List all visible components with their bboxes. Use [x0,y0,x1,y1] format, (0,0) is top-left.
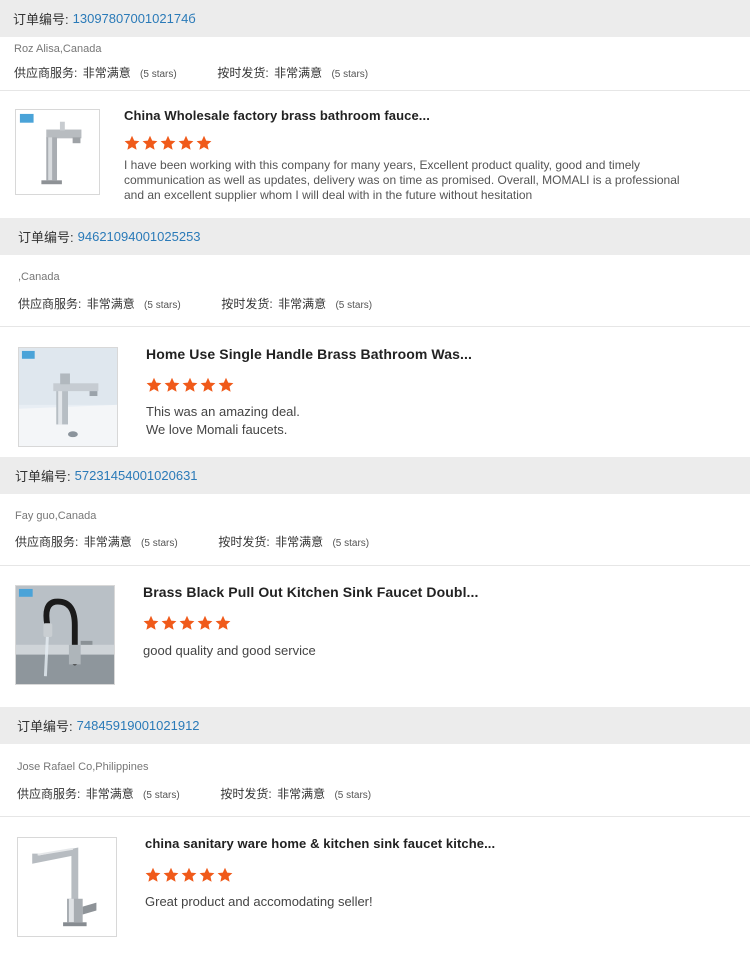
rating-stars [145,867,233,883]
supplier-service-value: 非常满意 [86,297,135,311]
order-header-1: 订单编号: 1309780700102174б [0,0,750,37]
order-header-2: 订单编号: 94621094001025253 [0,218,750,255]
star-icon [145,867,161,882]
star-icon [161,615,177,630]
star-icon [124,135,140,150]
on-time-label: 按时发货: [218,535,270,549]
product-thumbnail[interactable] [15,585,115,685]
supplier-service-stars: (5 stars) [143,790,180,801]
supplier-service-value: 非常满意 [82,66,131,80]
supplier-service-label: 供应商服务: [18,297,82,311]
order-id[interactable]: 57231454001020631 [75,468,198,483]
seller-ratings: 供应商服务: 非常满意 (5 stars) 按时发货: 非常满意 (5 star… [14,64,368,81]
rating-stars [146,377,234,393]
product-title[interactable]: China Wholesale factory brass bathroom f… [124,108,430,123]
rating-stars [143,615,231,631]
on-time-stars: (5 stars) [334,790,372,801]
star-icon [179,615,195,630]
star-icon [199,867,215,882]
product-title[interactable]: Brass Black Pull Out Kitchen Sink Faucet… [143,584,479,600]
review-text: good quality and good service [143,643,316,658]
seller-ratings: 供应商服务: 非常满意 (5 stars) 按时发货: 非常满意 (5 star… [15,533,369,550]
on-time-stars: (5 stars) [332,538,370,549]
buyer-name: Roz Alisa,Canada [14,43,102,55]
supplier-service-stars: (5 stars) [140,69,177,80]
order-id[interactable]: 74845919001021912 [77,718,200,733]
supplier-service-label: 供应商服务: [17,787,81,801]
supplier-service-stars: (5 stars) [141,538,178,549]
buyer-name: Fay guo,Canada [15,510,97,522]
review-text: I have been working with this company fo… [124,158,680,202]
star-icon [182,377,198,392]
star-icon [163,867,179,882]
on-time-label: 按时发货: [220,787,272,801]
supplier-service-stars: (5 stars) [144,300,181,311]
review-line: We love Momali faucets. [146,422,288,437]
order-id[interactable]: 94621094001025253 [78,229,201,244]
order-number-label: 订单编号: [17,719,73,734]
star-icon [197,615,213,630]
supplier-service-label: 供应商服务: [14,66,78,80]
product-thumbnail[interactable] [17,837,117,937]
product-title[interactable]: china sanitary ware home & kitchen sink … [145,836,495,851]
star-icon [142,135,158,150]
buyer-name: Jose Rafael Co,Philippines [17,761,149,773]
product-title[interactable]: Home Use Single Handle Brass Bathroom Wa… [146,346,472,362]
buyer-name: ,Canada [18,271,60,283]
on-time-value: 非常满意 [274,66,323,80]
star-icon [215,615,231,630]
star-icon [196,135,212,150]
review-text: This was an amazing deal. We love Momali… [146,403,300,439]
divider [0,565,750,566]
star-icon [200,377,216,392]
supplier-service-value: 非常满意 [85,787,134,801]
supplier-service-value: 非常满意 [83,535,132,549]
divider [0,326,750,327]
star-icon [143,615,159,630]
product-thumbnail[interactable] [18,347,118,447]
star-icon [178,135,194,150]
seller-ratings: 供应商服务: 非常满意 (5 stars) 按时发货: 非常满意 (5 star… [17,785,371,802]
star-icon [160,135,176,150]
rating-stars [124,135,212,151]
star-icon [181,867,197,882]
order-number-label: 订单编号: [18,230,74,245]
review-text: Great product and accomodating seller! [145,894,373,909]
on-time-value: 非常满意 [275,535,324,549]
order-header-3: 订单编号: 57231454001020631 [0,457,750,494]
basin-faucet-photo-icon [19,348,117,446]
star-icon [217,867,233,882]
order-number-label: 订单编号: [15,469,71,484]
product-thumbnail[interactable] [15,109,100,195]
on-time-value: 非常满意 [278,297,327,311]
order-number-label: 订单编号: [13,12,69,27]
on-time-label: 按时发货: [221,297,273,311]
star-icon [218,377,234,392]
supplier-service-label: 供应商服务: [15,535,79,549]
divider [0,816,750,817]
on-time-stars: (5 stars) [335,300,373,311]
on-time-label: 按时发货: [217,66,269,80]
kitchen-sink-faucet-icon [18,838,116,936]
on-time-value: 非常满意 [277,787,326,801]
pull-out-kitchen-faucet-icon [16,586,114,684]
star-icon [146,377,162,392]
review-line: This was an amazing deal. [146,404,300,419]
order-id[interactable]: 1309780700102174б [73,11,196,26]
divider [0,90,750,91]
star-icon [164,377,180,392]
square-basin-faucet-icon [16,110,99,194]
order-header-4: 订单编号: 74845919001021912 [0,707,750,744]
on-time-stars: (5 stars) [331,69,369,80]
seller-ratings: 供应商服务: 非常满意 (5 stars) 按时发货: 非常满意 (5 star… [18,295,372,312]
